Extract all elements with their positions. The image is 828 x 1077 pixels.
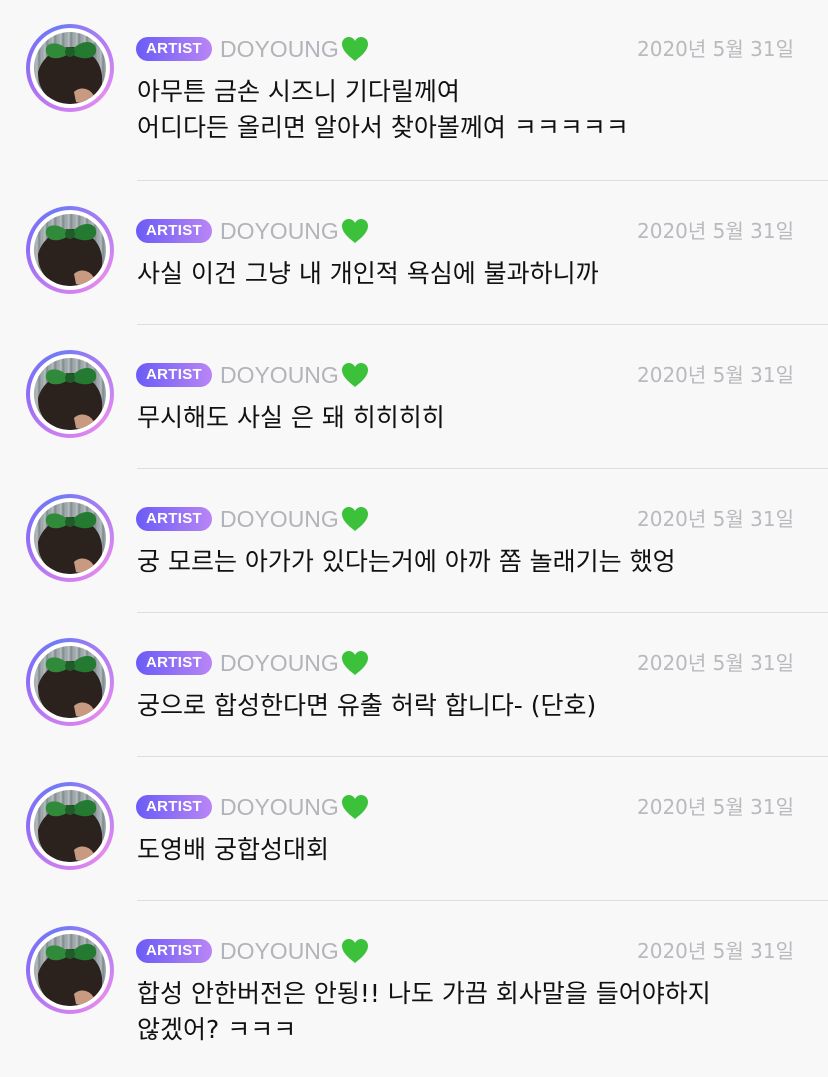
artist-badge: ARTIST [136,795,212,819]
username-container[interactable]: DOYOUNG [220,502,370,536]
username-container[interactable]: DOYOUNG [220,32,370,66]
avatar-frame [30,28,110,108]
username[interactable]: DOYOUNG [220,934,339,968]
comment-text-line: 무시해도 사실 은 돼 히히히히 [137,403,445,432]
comment-divider [137,324,828,325]
comment-text-line: 합성 안한버전은 안됭!! 나도 가끔 회사말을 들어야하지 [137,979,711,1008]
avatar-photo [34,646,106,718]
comment-date: 2020년 5월 31일 [637,939,794,963]
green-heart-icon [341,795,368,819]
username[interactable]: DOYOUNG [220,358,339,392]
comment-text: 사실 이건 그냥 내 개인적 욕심에 불과하니까 [137,256,797,292]
comment-date: 2020년 5월 31일 [637,219,794,243]
comment-divider [137,900,828,901]
green-heart-icon [341,651,368,675]
avatar-frame [30,786,110,866]
avatar-photo [34,502,106,574]
comment-text-line: 아무튼 금손 시즈니 기다릴께여 [137,77,460,106]
username[interactable]: DOYOUNG [220,646,339,680]
username-container[interactable]: DOYOUNG [220,646,370,680]
artist-avatar[interactable] [26,24,114,112]
artist-badge: ARTIST [136,219,212,243]
avatar-photo [34,214,106,286]
comment-text-line: 도영배 궁합성대회 [137,835,329,864]
comment-header: ARTIST DOYOUNG [136,32,370,66]
avatar-frame [30,642,110,722]
comment-date: 2020년 5월 31일 [637,651,794,675]
avatar-photo [34,790,106,862]
avatar-photo [34,358,106,430]
avatar-frame [30,354,110,434]
username[interactable]: DOYOUNG [220,214,339,248]
avatar-photo [34,934,106,1006]
comment-text: 도영배 궁합성대회 [137,832,797,868]
comment-date: 2020년 5월 31일 [637,37,794,61]
comment-text-line: 어디다든 올리면 알아서 찾아볼께여 ㅋㅋㅋㅋㅋ [137,113,629,142]
comment-text-line: 궁 모르는 아가가 있다는거에 아까 쫌 놀래기는 했엉 [137,547,676,576]
artist-badge: ARTIST [136,939,212,963]
avatar-frame [30,498,110,578]
artist-badge: ARTIST [136,507,212,531]
comment-header: ARTIST DOYOUNG [136,502,370,536]
comment-date: 2020년 5월 31일 [637,363,794,387]
avatar-frame [30,210,110,290]
artist-avatar[interactable] [26,350,114,438]
username-container[interactable]: DOYOUNG [220,358,370,392]
comment-header: ARTIST DOYOUNG [136,790,370,824]
artist-avatar[interactable] [26,638,114,726]
username[interactable]: DOYOUNG [220,32,339,66]
comment-header: ARTIST DOYOUNG [136,214,370,248]
green-heart-icon [341,363,368,387]
comment-header: ARTIST DOYOUNG [136,646,370,680]
artist-avatar[interactable] [26,926,114,1014]
username[interactable]: DOYOUNG [220,790,339,824]
artist-badge: ARTIST [136,37,212,61]
comment-divider [137,468,828,469]
comment-header: ARTIST DOYOUNG [136,358,370,392]
artist-avatar[interactable] [26,206,114,294]
artist-badge: ARTIST [136,651,212,675]
comment-date: 2020년 5월 31일 [637,507,794,531]
comment-text: 합성 안한버전은 안됭!! 나도 가끔 회사말을 들어야하지않겠어? ㅋㅋㅋ [137,976,797,1048]
comment-divider [137,612,828,613]
green-heart-icon [341,37,368,61]
artist-avatar[interactable] [26,494,114,582]
username-container[interactable]: DOYOUNG [220,790,370,824]
green-heart-icon [341,219,368,243]
comment-text-line: 않겠어? ㅋㅋㅋ [137,1015,297,1044]
comment-text: 궁 모르는 아가가 있다는거에 아까 쫌 놀래기는 했엉 [137,544,797,580]
avatar-frame [30,930,110,1010]
comment-feed: ARTIST DOYOUNG 2020년 5월 31일 아무튼 금손 시즈니 기다릴께… [0,0,828,1077]
green-heart-icon [341,939,368,963]
comment-text: 아무튼 금손 시즈니 기다릴께여어디다든 올리면 알아서 찾아볼께여 ㅋㅋㅋㅋㅋ [137,74,797,146]
comment-text-line: 궁으로 합성한다면 유출 허락 합니다- (단호) [137,691,597,720]
comment-divider [137,756,828,757]
avatar-photo [34,32,106,104]
artist-avatar[interactable] [26,782,114,870]
username-container[interactable]: DOYOUNG [220,934,370,968]
comment-text: 궁으로 합성한다면 유출 허락 합니다- (단호) [137,688,797,724]
green-heart-icon [341,507,368,531]
comment-divider [137,180,828,181]
comment-text-line: 사실 이건 그냥 내 개인적 욕심에 불과하니까 [137,259,599,288]
comment-date: 2020년 5월 31일 [637,795,794,819]
comment-text: 무시해도 사실 은 돼 히히히히 [137,400,797,436]
comment-header: ARTIST DOYOUNG [136,934,370,968]
artist-badge: ARTIST [136,363,212,387]
username-container[interactable]: DOYOUNG [220,214,370,248]
username[interactable]: DOYOUNG [220,502,339,536]
